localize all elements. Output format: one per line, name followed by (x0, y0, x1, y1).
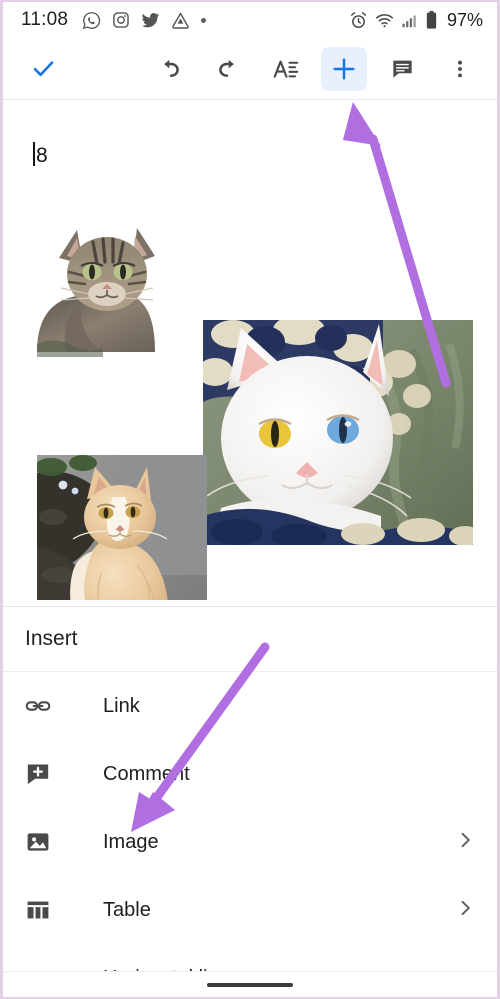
text-format-icon (273, 60, 299, 78)
status-bar: 11:08 97% (3, 2, 497, 38)
checkmark-icon (33, 61, 53, 77)
orange-cat-image (37, 455, 207, 600)
menu-item-image[interactable]: Image (3, 808, 497, 876)
white-cat-image (203, 320, 473, 545)
instagram-icon (113, 12, 129, 28)
editor-toolbar (3, 38, 497, 100)
image-icon (25, 829, 59, 855)
white-cat-photo[interactable] (203, 320, 473, 545)
undo-button[interactable] (147, 47, 193, 91)
battery-icon (426, 10, 437, 29)
alarm-icon (350, 11, 366, 28)
comment-add-icon (25, 761, 59, 787)
link-icon (25, 693, 59, 719)
home-gesture-pill[interactable] (207, 982, 293, 987)
menu-item-label: Link (103, 694, 140, 717)
redo-button[interactable] (205, 47, 251, 91)
plus-icon (333, 57, 355, 80)
overflow-menu-button[interactable] (437, 47, 483, 91)
chevron-right-icon (455, 898, 475, 923)
text-format-button[interactable] (263, 47, 309, 91)
orange-cat-photo[interactable] (37, 455, 207, 600)
chevron-right-icon (455, 830, 475, 855)
phone-screen: 11:08 97% 8 Insert Link Comment Image Ta… (0, 0, 500, 999)
more-dot-icon (201, 17, 207, 23)
drive-icon (172, 12, 189, 29)
comment-button[interactable] (379, 47, 425, 91)
menu-item-comment[interactable]: Comment (3, 740, 497, 808)
menu-item-label: Comment (103, 762, 190, 785)
toolbar-actions (147, 46, 497, 91)
tabby-cat-image (37, 212, 177, 357)
menu-item-label: Image (103, 830, 159, 853)
document-text-value: 8 (36, 144, 48, 167)
insert-bottom-sheet: Insert Link Comment Image Table (3, 606, 497, 997)
menu-item-label: Table (103, 898, 151, 921)
text-caret (33, 142, 35, 166)
status-system-icons: 97% (349, 10, 483, 31)
document-canvas[interactable]: 8 (3, 100, 497, 600)
table-icon (25, 897, 59, 923)
navigation-gesture-bar (3, 971, 497, 997)
accept-button[interactable] (20, 47, 66, 91)
menu-item-table[interactable]: Table (3, 876, 497, 944)
wifi-icon (375, 13, 393, 27)
add-button[interactable] (321, 46, 367, 91)
more-vertical-icon (458, 60, 462, 77)
cellular-signal-icon (402, 15, 416, 27)
status-notification-icons (82, 11, 207, 30)
insert-sheet-title: Insert (3, 607, 497, 672)
whatsapp-icon (82, 11, 101, 29)
status-clock: 11:08 (21, 9, 69, 30)
comment-icon (392, 60, 412, 78)
redo-icon (219, 59, 234, 77)
twitter-icon (141, 12, 160, 27)
document-body-text[interactable]: 8 (33, 138, 48, 168)
menu-item-link[interactable]: Link (3, 672, 497, 740)
battery-percentage: 97% (446, 9, 483, 30)
undo-icon (164, 59, 179, 77)
tabby-cat-photo[interactable] (37, 212, 177, 357)
